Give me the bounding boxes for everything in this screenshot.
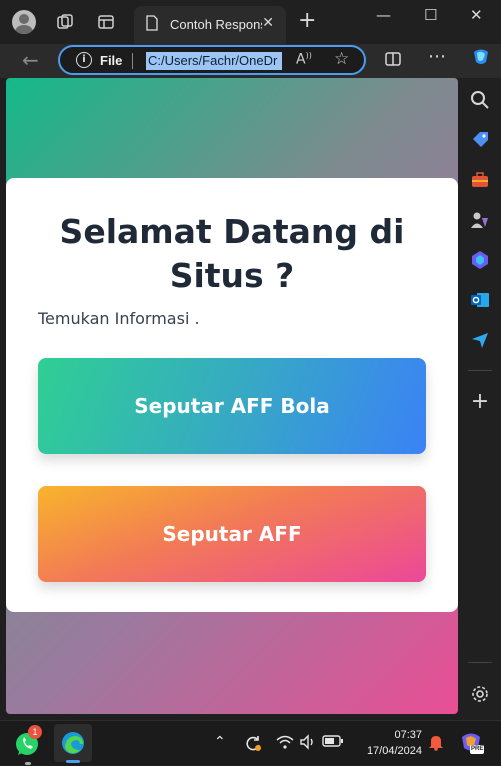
page-viewport: Selamat Datang di Situs ? Temukan Inform… <box>6 78 458 714</box>
page-favicon-icon <box>146 15 158 31</box>
system-clock[interactable]: 07:37 17/04/2024 <box>356 727 422 759</box>
clock-date: 17/04/2024 <box>366 745 422 757</box>
clock-time: 07:37 <box>394 729 422 741</box>
info-icon[interactable]: i <box>76 52 92 68</box>
more-options-icon[interactable]: ⋯ <box>428 46 446 67</box>
aff-button[interactable]: Seputar AFF <box>38 486 426 582</box>
tab-title: Contoh Respons <box>170 17 262 32</box>
tab-actions-icon[interactable] <box>96 12 116 32</box>
sidebar-divider <box>468 370 492 371</box>
tray-chevron-up-icon[interactable]: ⌃ <box>214 734 226 750</box>
address-bar[interactable]: i File C:/Users/Fachr/OneDr A)) ☆ <box>58 45 366 75</box>
whatsapp-badge: 1 <box>28 725 42 739</box>
new-tab-button[interactable]: + <box>298 10 316 32</box>
favorite-star-icon[interactable]: ☆ <box>334 49 349 69</box>
maximize-button[interactable]: ☐ <box>424 6 437 24</box>
wifi-icon[interactable] <box>276 734 294 754</box>
sidebar-shopping-icon[interactable] <box>470 130 490 150</box>
tray-sync-icon[interactable] <box>244 734 262 756</box>
workspaces-icon[interactable] <box>55 12 75 32</box>
copilot-taskbar-icon[interactable]: PRE <box>458 729 484 759</box>
sidebar-divider-bottom <box>468 662 492 663</box>
close-window-button[interactable]: ✕ <box>470 6 483 24</box>
welcome-card: Selamat Datang di Situs ? Temukan Inform… <box>6 178 458 612</box>
address-separator <box>132 53 133 69</box>
windows-taskbar: 1 ⌃ 07:37 17/04/2024 PRE <box>0 720 501 765</box>
edge-sidebar: + <box>460 78 501 720</box>
sidebar-send-icon[interactable] <box>470 330 490 350</box>
sidebar-search-icon[interactable] <box>470 90 490 110</box>
whatsapp-taskbar-icon[interactable]: 1 <box>12 725 44 765</box>
copilot-badge: PRE <box>471 746 484 752</box>
browser-toolbar: ← i File C:/Users/Fachr/OneDr A)) ☆ ⋯ <box>0 44 501 78</box>
sidebar-microsoft365-icon[interactable] <box>470 250 490 270</box>
sidebar-games-icon[interactable] <box>470 210 490 230</box>
sidebar-outlook-icon[interactable] <box>470 290 490 310</box>
address-scheme-label: File <box>100 53 123 68</box>
minimize-button[interactable]: — <box>376 6 391 24</box>
notification-bell-icon[interactable] <box>428 733 444 755</box>
sidebar-settings-icon[interactable] <box>470 684 490 704</box>
page-heading: Selamat Datang di Situs ? <box>59 212 405 295</box>
profile-avatar[interactable] <box>12 10 36 34</box>
back-arrow-icon[interactable]: ← <box>22 48 39 72</box>
address-url[interactable]: C:/Users/Fachr/OneDr <box>146 52 282 70</box>
browser-title-bar: Contoh Respons ✕ + — ☐ ✕ <box>0 0 501 44</box>
battery-icon[interactable] <box>322 734 344 752</box>
sidebar-add-icon[interactable]: + <box>470 391 490 413</box>
read-aloud-icon[interactable]: A)) <box>296 51 312 68</box>
page-subtitle: Temukan Informasi . <box>38 309 200 328</box>
browser-tab-active[interactable]: Contoh Respons ✕ <box>134 6 286 44</box>
edge-taskbar-icon[interactable] <box>54 724 92 763</box>
volume-icon[interactable] <box>299 734 317 754</box>
edge-active-indicator <box>66 760 80 763</box>
sidebar-tools-icon[interactable] <box>470 170 490 190</box>
split-screen-icon[interactable] <box>384 50 402 72</box>
aff-bola-button[interactable]: Seputar AFF Bola <box>38 358 426 454</box>
copilot-icon[interactable] <box>470 46 492 72</box>
tab-close-icon[interactable]: ✕ <box>262 15 274 31</box>
